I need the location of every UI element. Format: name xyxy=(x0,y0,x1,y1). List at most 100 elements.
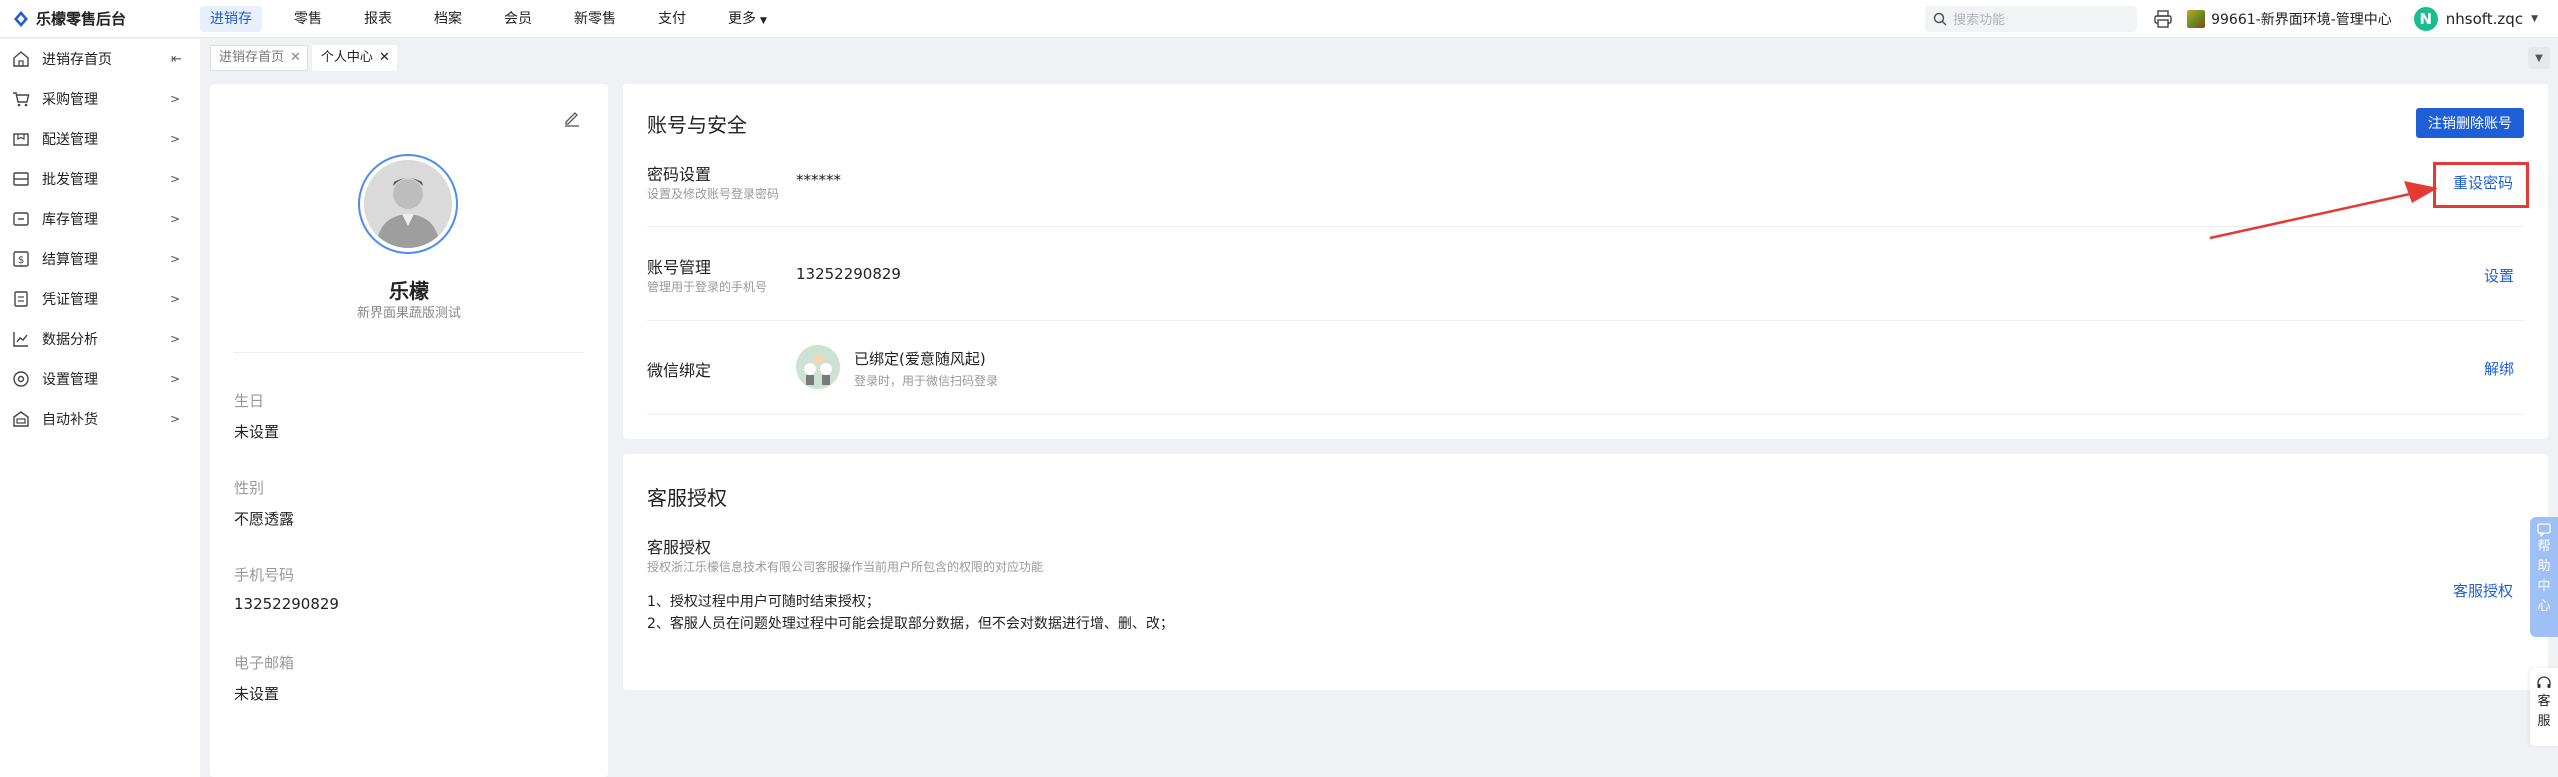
account-mgmt-desc: 管理用于登录的手机号 xyxy=(647,280,768,294)
sidebar-item-label: 库存管理 xyxy=(42,212,98,228)
divider xyxy=(234,352,584,353)
topnav-label: 报表 xyxy=(364,10,392,27)
settlement-icon: $ xyxy=(13,251,29,267)
customer-service-button[interactable]: 客 服 xyxy=(2530,668,2558,746)
service-authorize-link[interactable]: 客服授权 xyxy=(2453,580,2513,601)
edit-icon[interactable] xyxy=(562,108,582,128)
sidebar-item-wholesale[interactable]: 批发管理 > xyxy=(0,159,200,199)
store-selector[interactable]: 99661-新界面环境-管理中心 xyxy=(2211,9,2392,29)
sidebar-item-label: 结算管理 xyxy=(42,252,98,268)
wechat-status: 已绑定(爱意随风起) xyxy=(854,350,986,368)
tab-label: 个人中心 xyxy=(320,50,373,65)
sidebar-item-label: 采购管理 xyxy=(42,92,98,108)
topnav-reports[interactable]: 报表 xyxy=(354,6,402,32)
sidebar-item-settings[interactable]: 设置管理 > xyxy=(0,359,200,399)
topnav-more[interactable]: 更多 ▼ xyxy=(718,6,777,32)
sidebar-item-settlement[interactable]: $ 结算管理 > xyxy=(0,239,200,279)
chart-icon xyxy=(13,332,28,347)
top-nav: 进销存 零售 报表 档案 会员 新零售 支付 更多 ▼ xyxy=(200,0,799,38)
settings-icon xyxy=(13,371,29,387)
topnav-label: 支付 xyxy=(658,10,686,27)
topnav-new-retail[interactable]: 新零售 xyxy=(564,6,626,32)
sidebar-item-home[interactable]: 进销存首页 ⇤ xyxy=(0,39,200,79)
chevron-down-icon[interactable]: ▼ xyxy=(2528,47,2550,69)
brand[interactable]: 乐檬零售后台 xyxy=(0,8,200,29)
divider xyxy=(647,320,2524,321)
default-avatar-icon xyxy=(364,160,452,248)
wechat-avatar xyxy=(796,345,840,389)
topnav-jinxiaocun[interactable]: 进销存 xyxy=(200,5,262,32)
chevron-right-icon: > xyxy=(169,212,180,226)
topnav-label: 会员 xyxy=(504,10,532,27)
gender-label: 性别 xyxy=(234,479,265,497)
user-avatar[interactable]: N xyxy=(2413,7,2438,31)
sidebar-item-label: 数据分析 xyxy=(42,332,98,348)
topnav-payment[interactable]: 支付 xyxy=(648,6,696,32)
caret-down-icon[interactable]: ▼ xyxy=(2531,14,2538,24)
kefu-char: 客 xyxy=(2537,694,2551,709)
help-char: 心 xyxy=(2537,599,2551,614)
store-icon xyxy=(2187,10,2206,28)
account-security-card: 账号与安全 注销删除账号 密码设置 设置及修改账号登录密码 ****** 重设密… xyxy=(623,84,2548,439)
password-desc: 设置及修改账号登录密码 xyxy=(647,187,780,201)
topnav-label: 档案 xyxy=(434,10,462,27)
section-title: 客服授权 xyxy=(647,486,727,510)
email-label: 电子邮箱 xyxy=(234,654,295,672)
sidebar-item-inventory[interactable]: 库存管理 > xyxy=(0,199,200,239)
profile-subtitle: 新界面果蔬版测试 xyxy=(356,306,461,321)
sidebar: 进销存首页 ⇤ 采购管理 > 配送管理 > 批发管理 > 库存管理 > $ 结算… xyxy=(0,39,200,777)
sidebar-item-delivery[interactable]: 配送管理 > xyxy=(0,119,200,159)
highlight-box xyxy=(2433,162,2529,208)
account-mgmt-label: 账号管理 xyxy=(647,258,712,277)
voucher-icon xyxy=(14,291,28,307)
kefu-char: 服 xyxy=(2537,714,2551,729)
chevron-right-icon: > xyxy=(169,332,180,346)
sidebar-item-label: 凭证管理 xyxy=(42,292,98,308)
caret-down-icon: ▼ xyxy=(760,15,767,26)
inventory-icon xyxy=(13,212,29,226)
deregister-account-button[interactable]: 注销删除账号 xyxy=(2416,108,2524,138)
message-icon xyxy=(2537,523,2551,537)
divider xyxy=(647,414,2524,415)
topnav-archives[interactable]: 档案 xyxy=(424,6,472,32)
sidebar-item-purchase[interactable]: 采购管理 > xyxy=(0,79,200,119)
topnav-retail[interactable]: 零售 xyxy=(284,6,332,32)
collapse-sidebar-icon[interactable]: ⇤ xyxy=(171,52,182,67)
divider xyxy=(647,226,2524,227)
search-input[interactable] xyxy=(1953,11,2124,27)
chevron-right-icon: > xyxy=(169,172,180,186)
tab-label: 进销存首页 xyxy=(219,50,285,65)
chevron-right-icon: > xyxy=(169,132,180,146)
page-tabs: 进销存首页 ✕ 个人中心 ✕ ▼ xyxy=(200,39,2558,77)
close-icon[interactable]: ✕ xyxy=(290,46,301,70)
printer-icon[interactable] xyxy=(2153,9,2173,29)
account-settings-link[interactable]: 设置 xyxy=(2484,265,2514,286)
tab-personal-center[interactable]: 个人中心 ✕ xyxy=(311,45,397,71)
close-icon[interactable]: ✕ xyxy=(379,46,390,70)
sidebar-item-label: 配送管理 xyxy=(42,132,98,148)
wholesale-icon xyxy=(13,172,29,186)
topnav-members[interactable]: 会员 xyxy=(494,6,542,32)
sidebar-item-replenish[interactable]: 自动补货 > xyxy=(0,399,200,439)
help-center-button[interactable]: 帮 助 中 心 xyxy=(2530,517,2558,637)
svg-text:$: $ xyxy=(18,255,24,266)
section-title: 账号与安全 xyxy=(647,113,747,137)
help-char: 中 xyxy=(2537,579,2551,594)
sidebar-item-voucher[interactable]: 凭证管理 > xyxy=(0,279,200,319)
wechat-label: 微信绑定 xyxy=(647,361,712,380)
service-rule-1: 1、授权过程中用户可随时结束授权； xyxy=(647,594,880,610)
topnav-label: 零售 xyxy=(294,10,322,27)
chevron-right-icon: > xyxy=(169,412,180,426)
search-box[interactable] xyxy=(1925,6,2138,32)
user-name[interactable]: nhsoft.zqc xyxy=(2446,10,2523,28)
email-value: 未设置 xyxy=(234,685,280,703)
chevron-right-icon: > xyxy=(169,92,180,106)
sidebar-item-label: 批发管理 xyxy=(42,172,98,188)
unbind-wechat-link[interactable]: 解绑 xyxy=(2484,358,2514,379)
sidebar-item-analytics[interactable]: 数据分析 > xyxy=(0,319,200,359)
profile-card: 乐檬 新界面果蔬版测试 生日 未设置 性别 不愿透露 手机号码 13252290… xyxy=(210,84,608,777)
help-char: 助 xyxy=(2537,559,2551,574)
wechat-avatar-image xyxy=(796,345,840,389)
sidebar-item-label: 进销存首页 xyxy=(42,52,112,68)
tab-home[interactable]: 进销存首页 ✕ xyxy=(210,45,308,71)
